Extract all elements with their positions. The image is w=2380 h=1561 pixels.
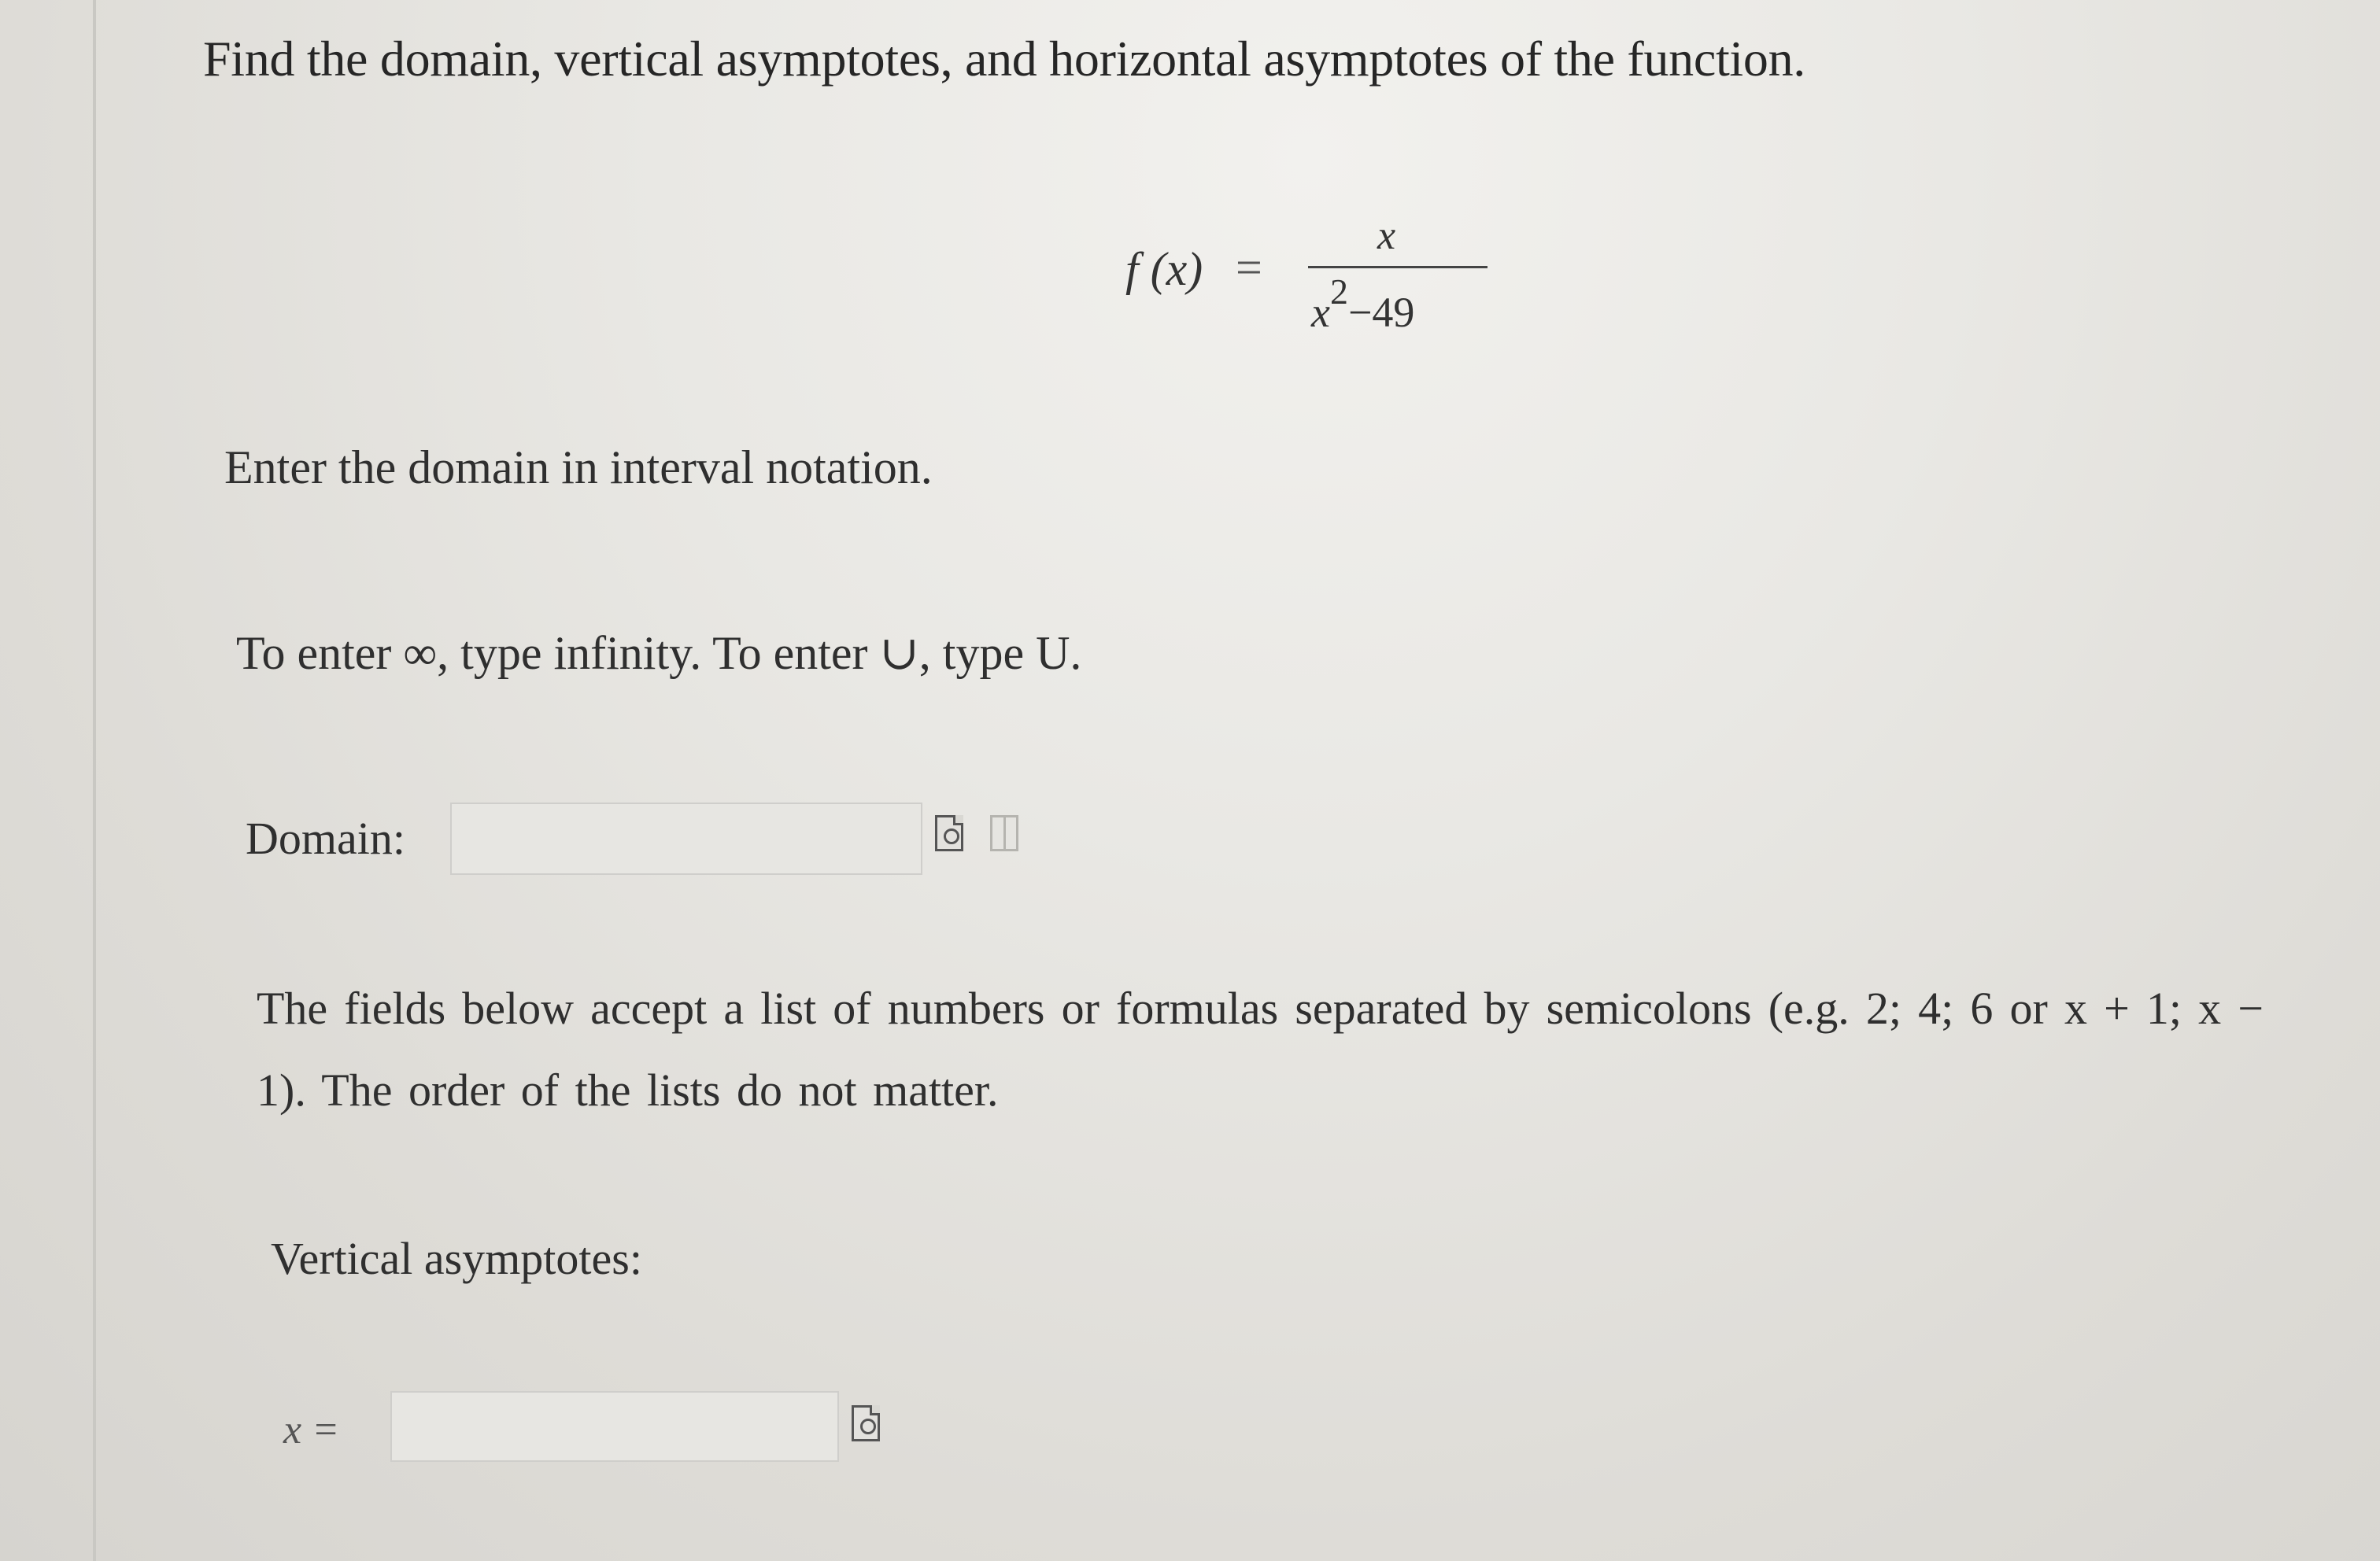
list-instructions: The fields below accept a list of number… (257, 983, 2264, 1116)
function-formula: f (x) = x x2−49 (1125, 212, 1488, 346)
fraction-bar (1308, 266, 1488, 268)
preview-icon[interactable] (852, 1405, 880, 1441)
domain-instruction: Enter the domain in interval notation. (224, 441, 933, 493)
infinity-union-hint: To enter ∞, type infinity. To enter ∪, t… (236, 627, 1082, 679)
domain-input[interactable] (450, 803, 922, 875)
formula-equals: = (1236, 242, 1262, 293)
vertical-asymptotes-input[interactable] (390, 1391, 839, 1462)
domain-label: Domain: (246, 813, 405, 864)
denominator-exponent: 2 (1329, 271, 1348, 312)
formula-lhs: f (x) (1125, 243, 1203, 295)
formula-numerator: x (1377, 213, 1396, 258)
vertical-asymptotes-label: Vertical asymptotes: (271, 1233, 642, 1284)
question-title: Find the domain, vertical asymptotes, an… (203, 31, 1806, 87)
help-icon[interactable] (990, 815, 1018, 851)
left-margin-rule (93, 0, 96, 1561)
denominator-base: x (1311, 289, 1330, 336)
preview-icon[interactable] (935, 815, 963, 851)
question-page: Find the domain, vertical asymptotes, an… (0, 0, 2380, 1561)
formula-denominator: x2−49 (1311, 271, 1415, 337)
x-equals-label: x = (283, 1408, 340, 1452)
denominator-rest: −49 (1347, 289, 1415, 336)
